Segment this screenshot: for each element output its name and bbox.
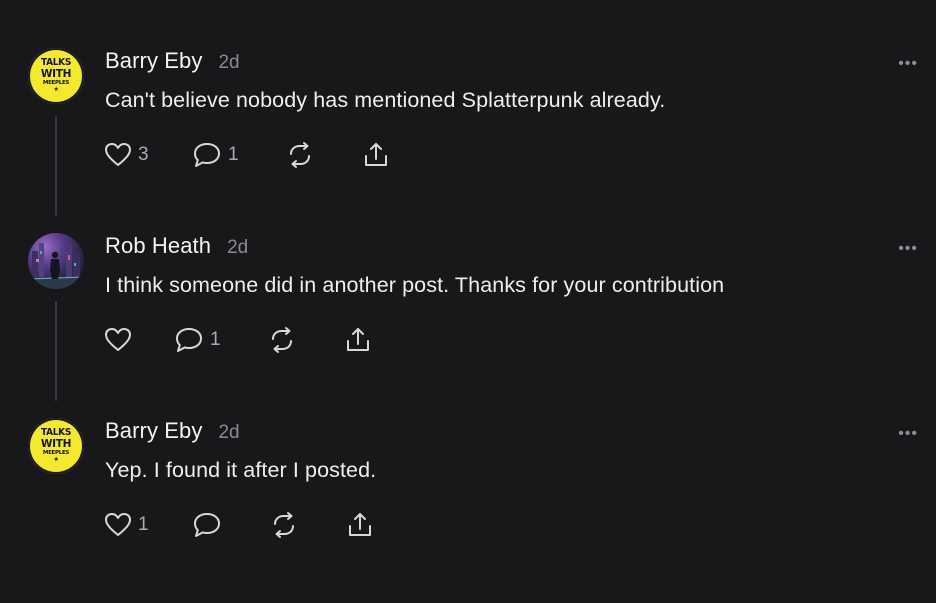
share-icon [365, 143, 387, 166]
logo-text: TALKS [40, 57, 72, 69]
repost-icon [274, 512, 294, 538]
reply-button[interactable] [192, 510, 228, 540]
like-button[interactable]: 1 [104, 510, 149, 540]
like-count: 1 [138, 514, 149, 535]
like-count: 3 [138, 144, 149, 165]
avatar[interactable]: TALKS WITH MEEPLES ★ [28, 418, 84, 474]
share-button[interactable] [344, 325, 372, 355]
more-options-button[interactable]: ••• [898, 426, 918, 442]
logo-text: WITH [40, 438, 72, 450]
author-name[interactable]: Barry Eby [105, 48, 202, 74]
logo-star: ★ [53, 456, 59, 463]
post-meta: Barry Eby 2d [105, 418, 240, 448]
share-icon [347, 328, 369, 351]
post-meta: Barry Eby 2d [105, 48, 240, 78]
repost-icon [272, 327, 292, 353]
logo-text: WITH [40, 68, 72, 80]
post-text: I think someone did in another post. Tha… [105, 273, 725, 297]
cityscape-figure-image [28, 243, 84, 289]
author-name[interactable]: Rob Heath [105, 233, 211, 259]
author-name[interactable]: Barry Eby [105, 418, 202, 444]
like-button[interactable] [104, 325, 138, 355]
reply-count: 1 [228, 144, 239, 165]
timestamp: 2d [218, 52, 240, 73]
comment-icon [194, 513, 220, 537]
share-button[interactable] [362, 140, 390, 170]
avatar[interactable] [28, 233, 84, 289]
post-text: Can't believe nobody has mentioned Splat… [105, 88, 666, 112]
more-options-button[interactable]: ••• [898, 241, 918, 257]
more-options-button[interactable]: ••• [898, 56, 918, 72]
logo-star: ★ [53, 86, 59, 93]
post-meta: Rob Heath 2d [105, 233, 248, 263]
repost-button[interactable] [270, 510, 298, 540]
timestamp: 2d [227, 237, 249, 258]
heart-icon [105, 513, 131, 536]
logo-text: TALKS [40, 427, 72, 439]
reply-button[interactable]: 1 [174, 325, 221, 355]
post-text: Yep. I found it after I posted. [105, 458, 377, 482]
like-button[interactable]: 3 [104, 140, 149, 170]
heart-icon [105, 143, 131, 166]
comment-icon [176, 328, 202, 352]
post: TALKS WITH MEEPLES ★ Barry Eby 2d ••• Ca… [0, 48, 936, 233]
repost-icon [290, 142, 310, 168]
repost-button[interactable] [286, 140, 314, 170]
thread-line [55, 301, 57, 401]
reply-button[interactable]: 1 [192, 140, 239, 170]
thread-line [55, 116, 57, 216]
heart-icon [105, 328, 131, 351]
comment-icon [194, 143, 220, 167]
post: Rob Heath 2d ••• I think someone did in … [0, 233, 936, 418]
share-button[interactable] [346, 510, 374, 540]
repost-button[interactable] [268, 325, 296, 355]
reply-count: 1 [210, 329, 221, 350]
timestamp: 2d [218, 422, 240, 443]
post: TALKS WITH MEEPLES ★ Barry Eby 2d ••• Ye… [0, 418, 936, 603]
avatar[interactable]: TALKS WITH MEEPLES ★ [28, 48, 84, 104]
share-icon [349, 513, 371, 536]
